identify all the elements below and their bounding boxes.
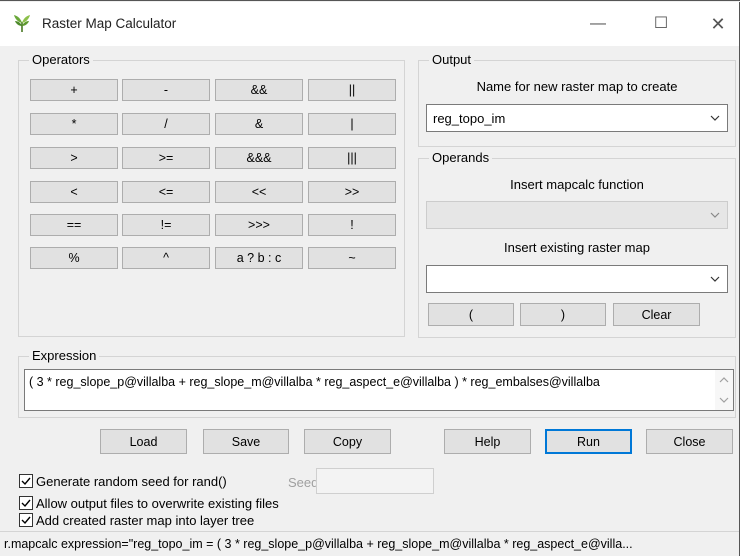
output-name-combobox[interactable]: reg_topo_im xyxy=(426,104,728,132)
function-label: Insert mapcalc function xyxy=(510,177,644,192)
operator-button[interactable]: > xyxy=(30,147,118,169)
chevron-down-icon xyxy=(710,276,720,282)
raster-label: Insert existing raster map xyxy=(504,240,650,255)
operator-button[interactable]: || xyxy=(308,79,396,101)
output-name-label: Name for new raster map to create xyxy=(476,79,678,94)
add-layer-label: Add created raster map into layer tree xyxy=(36,513,255,528)
clear-button[interactable]: Clear xyxy=(613,303,700,326)
expression-title: Expression xyxy=(29,348,100,363)
add-layer-checkbox[interactable] xyxy=(19,513,33,527)
status-text: r.mapcalc expression="reg_topo_im = ( 3 … xyxy=(4,537,633,551)
operator-button[interactable]: ! xyxy=(308,214,396,236)
checkmark-icon xyxy=(21,477,31,486)
close-icon[interactable]: ✕ xyxy=(698,10,738,38)
output-title: Output xyxy=(429,52,475,67)
operator-button[interactable]: ^ xyxy=(122,247,210,269)
operator-button[interactable]: && xyxy=(215,79,303,101)
operator-button[interactable]: >>> xyxy=(215,214,303,236)
run-button[interactable]: Run xyxy=(545,429,632,454)
operator-button[interactable]: & xyxy=(215,113,303,135)
window-title: Raster Map Calculator xyxy=(42,16,177,31)
open-paren-button[interactable]: ( xyxy=(428,303,514,326)
operator-button[interactable]: >= xyxy=(122,147,210,169)
operator-button[interactable]: / xyxy=(122,113,210,135)
operators-title: Operators xyxy=(29,52,93,67)
overwrite-checkbox[interactable] xyxy=(19,496,33,510)
function-combobox[interactable] xyxy=(426,201,728,229)
raster-combobox[interactable] xyxy=(426,265,728,293)
operator-button[interactable]: &&& xyxy=(215,147,303,169)
random-seed-checkbox[interactable] xyxy=(19,474,33,488)
operator-button[interactable]: ~ xyxy=(308,247,396,269)
operator-button[interactable]: + xyxy=(30,79,118,101)
operator-button[interactable]: % xyxy=(30,247,118,269)
operator-button[interactable]: >> xyxy=(308,181,396,203)
raster-map-calculator-window: Raster Map Calculator — ☐ ✕ Operators + -… xyxy=(0,0,740,556)
load-button[interactable]: Load xyxy=(100,429,187,454)
chevron-down-icon xyxy=(710,212,720,218)
grass-app-icon xyxy=(12,13,32,33)
expression-textarea[interactable]: ( 3 * reg_slope_p@villalba + reg_slope_m… xyxy=(24,369,734,411)
random-seed-label: Generate random seed for rand() xyxy=(36,474,227,489)
checkmark-icon xyxy=(21,516,31,525)
copy-button[interactable]: Copy xyxy=(304,429,391,454)
operator-button[interactable]: a ? b : c xyxy=(215,247,303,269)
seed-input[interactable] xyxy=(316,468,434,494)
expression-text: ( 3 * reg_slope_p@villalba + reg_slope_m… xyxy=(29,375,600,389)
checkmark-icon xyxy=(21,499,31,508)
operands-title: Operands xyxy=(429,150,493,165)
maximize-icon[interactable]: ☐ xyxy=(641,10,681,38)
operator-button[interactable]: << xyxy=(215,181,303,203)
operator-button[interactable]: != xyxy=(122,214,210,236)
scroll-up-icon[interactable] xyxy=(719,375,729,385)
operator-button[interactable]: == xyxy=(30,214,118,236)
output-name-value: reg_topo_im xyxy=(433,111,506,126)
minimize-icon[interactable]: — xyxy=(578,10,618,38)
operator-button[interactable]: - xyxy=(122,79,210,101)
scroll-down-icon[interactable] xyxy=(719,395,729,405)
expression-scrollbar[interactable] xyxy=(715,370,733,410)
operator-button[interactable]: | xyxy=(308,113,396,135)
close-button[interactable]: Close xyxy=(646,429,733,454)
title-bar[interactable]: Raster Map Calculator — ☐ ✕ xyxy=(0,2,740,46)
operator-button[interactable]: <= xyxy=(122,181,210,203)
operator-button[interactable]: ||| xyxy=(308,147,396,169)
save-button[interactable]: Save xyxy=(203,429,289,454)
operator-button[interactable]: * xyxy=(30,113,118,135)
close-paren-button[interactable]: ) xyxy=(520,303,606,326)
operator-button[interactable]: < xyxy=(30,181,118,203)
chevron-down-icon xyxy=(710,115,720,121)
status-bar: r.mapcalc expression="reg_topo_im = ( 3 … xyxy=(0,531,740,556)
overwrite-label: Allow output files to overwrite existing… xyxy=(36,496,279,511)
help-button[interactable]: Help xyxy=(444,429,531,454)
